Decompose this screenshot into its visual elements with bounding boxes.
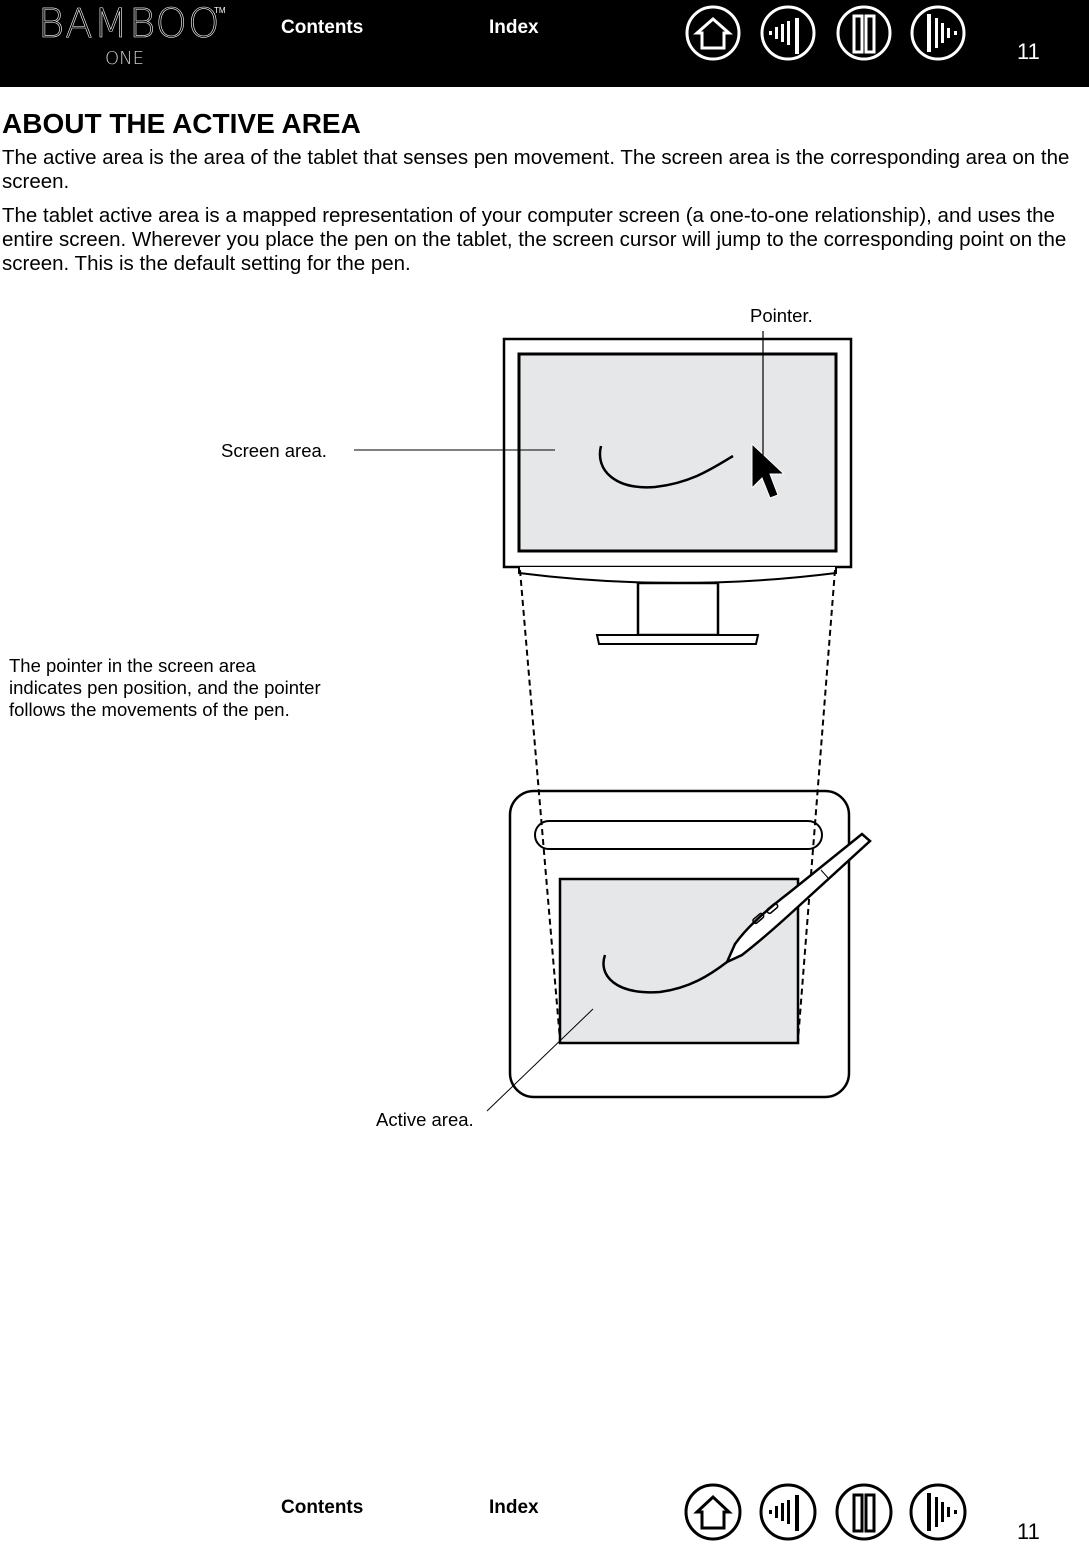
monitor-stand-foot <box>595 634 760 645</box>
footer-page-number: 11 <box>1017 1519 1040 1544</box>
monitor-base-curve <box>518 567 837 584</box>
active-area-leader-line <box>486 1008 594 1112</box>
figure-caption: The pointer in the screen area indicates… <box>9 655 321 720</box>
tablet-touch-strip <box>534 820 823 850</box>
pointer-label: Pointer. <box>750 305 813 326</box>
monitor-stand-neck <box>636 581 720 637</box>
screen-area-label: Screen area. <box>221 440 327 461</box>
footer-toc-page-icon[interactable] <box>835 1483 893 1541</box>
footer-index-link[interactable]: Index <box>489 1497 539 1519</box>
tablet-illustration <box>508 789 872 1099</box>
active-area-label: Active area. <box>376 1109 474 1130</box>
active-area-rect <box>558 877 800 1045</box>
active-area-diagram <box>354 331 872 1112</box>
footer-previous-chapter-icon[interactable] <box>759 1483 817 1541</box>
footer-next-chapter-icon[interactable] <box>909 1483 967 1541</box>
monitor-illustration <box>502 337 853 645</box>
footer-home-icon[interactable] <box>684 1483 742 1541</box>
footer-contents-link[interactable]: Contents <box>281 1497 363 1519</box>
screen-area-rect <box>517 352 838 553</box>
